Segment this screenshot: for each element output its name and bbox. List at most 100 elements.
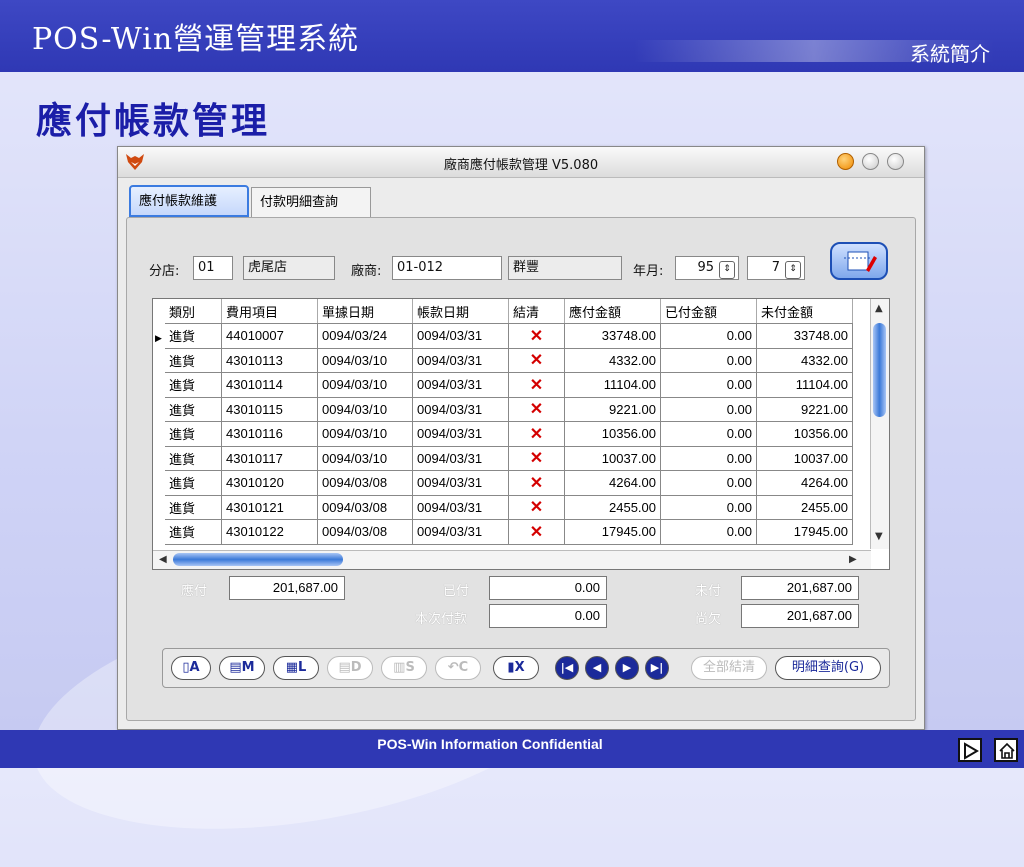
detail-query-button[interactable]: 明細查詢(G) <box>775 656 881 680</box>
last-record-icon[interactable]: ▶| <box>645 656 669 680</box>
action-toolbar: ▯A ▤M ▦L ▤D ▥S ↶C ▮X |◀ ◀ ▶ ▶| 全部結清 明細查詢… <box>162 648 890 688</box>
cell-doc-date: 0094/03/10 <box>317 446 413 471</box>
table-row[interactable]: 進貨 43010114 0094/03/10 0094/03/31 ✕ 1110… <box>165 372 853 398</box>
delete-button[interactable]: ▤D <box>327 656 373 680</box>
col-header[interactable]: 已付金額 <box>660 299 757 324</box>
month-stepper[interactable]: 7 ⇕ <box>747 256 805 280</box>
cell-doc-date: 0094/03/10 <box>317 372 413 398</box>
cell-type: 進貨 <box>165 519 222 545</box>
unpaid-total-field: 201,687.00 <box>741 576 859 600</box>
year-stepper[interactable]: 95 ⇕ <box>675 256 739 280</box>
year-spin-icon[interactable]: ⇕ <box>719 261 735 279</box>
col-header[interactable]: 類別 <box>165 299 222 324</box>
scroll-right-icon[interactable]: ▶ <box>849 554 857 565</box>
paid-total-field: 0.00 <box>489 576 607 600</box>
month-value: 7 <box>771 260 780 275</box>
cell-item: 43010122 <box>221 519 318 545</box>
cell-item: 43010115 <box>221 397 318 422</box>
this-payment-field[interactable]: 0.00 <box>489 604 607 628</box>
cell-settled[interactable]: ✕ <box>508 323 565 349</box>
settle-all-button[interactable]: 全部結清 <box>691 656 767 680</box>
cell-doc-date: 0094/03/10 <box>317 421 413 447</box>
cell-doc-date: 0094/03/08 <box>317 495 413 520</box>
cell-doc-date: 0094/03/08 <box>317 519 413 545</box>
table-row[interactable]: 進貨 43010121 0094/03/08 0094/03/31 ✕ 2455… <box>165 495 853 520</box>
table-row[interactable]: 進貨 44010007 0094/03/24 0094/03/31 ✕ 3374… <box>165 323 853 349</box>
cell-item: 43010113 <box>221 348 318 373</box>
play-icon <box>964 742 979 760</box>
cell-settled[interactable]: ✕ <box>508 397 565 422</box>
col-header[interactable]: 單據日期 <box>317 299 413 324</box>
table-row[interactable]: 進貨 43010113 0094/03/10 0094/03/31 ✕ 4332… <box>165 348 853 373</box>
vertical-scroll-thumb[interactable] <box>873 323 886 417</box>
payable-table[interactable]: ▶ 類別 費用項目 單據日期 帳款日期 結清 應付金額 已付金額 未付金額 進貨… <box>152 298 890 570</box>
cell-settled[interactable]: ✕ <box>508 519 565 545</box>
year-value: 95 <box>697 260 714 275</box>
cell-bill-date: 0094/03/31 <box>412 446 509 471</box>
main-panel: 分店: 01 虎尾店 廠商: 01-012 群豐 年月: 95 ⇕ 7 ⇕ ▶ <box>126 217 916 721</box>
table-row[interactable]: 進貨 43010122 0094/03/08 0094/03/31 ✕ 1794… <box>165 519 853 545</box>
next-record-icon[interactable]: ▶ <box>615 656 639 680</box>
col-header[interactable]: 結清 <box>508 299 565 324</box>
list-button[interactable]: ▦L <box>273 656 319 680</box>
first-record-icon[interactable]: |◀ <box>555 656 579 680</box>
tab-payment-detail-query[interactable]: 付款明細查詢 <box>251 187 371 217</box>
modify-button[interactable]: ▤M <box>219 656 265 680</box>
cell-settled[interactable]: ✕ <box>508 372 565 398</box>
scroll-left-icon[interactable]: ◀ <box>159 554 167 565</box>
cell-unpaid: 4332.00 <box>756 348 853 373</box>
cell-settled[interactable]: ✕ <box>508 348 565 373</box>
window-titlebar[interactable]: 廠商應付帳款管理 V5.080 <box>118 147 924 178</box>
save-button[interactable]: ▥S <box>381 656 427 680</box>
col-header[interactable]: 應付金額 <box>564 299 661 324</box>
table-row[interactable]: 進貨 43010115 0094/03/10 0094/03/31 ✕ 9221… <box>165 397 853 422</box>
month-spin-icon[interactable]: ⇕ <box>785 261 801 279</box>
confirm-button[interactable] <box>830 242 888 280</box>
this-payment-label: 本次付款 <box>415 612 468 627</box>
cell-unpaid: 17945.00 <box>756 519 853 545</box>
minimize-button[interactable] <box>862 153 879 170</box>
vertical-scrollbar[interactable]: ▲ ▼ <box>870 299 889 549</box>
table-header-row: 類別 費用項目 單據日期 帳款日期 結清 應付金額 已付金額 未付金額 <box>165 299 853 324</box>
cell-doc-date: 0094/03/10 <box>317 348 413 373</box>
scroll-down-icon[interactable]: ▼ <box>875 531 883 542</box>
horizontal-scroll-thumb[interactable] <box>173 553 343 566</box>
cell-item: 43010116 <box>221 421 318 447</box>
add-button[interactable]: ▯A <box>171 656 211 680</box>
table-row[interactable]: 進貨 43010116 0094/03/10 0094/03/31 ✕ 1035… <box>165 421 853 447</box>
cell-paid: 0.00 <box>660 470 757 496</box>
cell-settled[interactable]: ✕ <box>508 495 565 520</box>
payable-total-field: 201,687.00 <box>229 576 345 600</box>
cell-bill-date: 0094/03/31 <box>412 348 509 373</box>
undo-button[interactable]: ↶C <box>435 656 481 680</box>
vendor-code-field[interactable]: 01-012 <box>392 256 502 280</box>
close-button[interactable] <box>837 153 854 170</box>
cell-paid: 0.00 <box>660 372 757 398</box>
cell-settled[interactable]: ✕ <box>508 421 565 447</box>
table-row[interactable]: 進貨 43010120 0094/03/08 0094/03/31 ✕ 4264… <box>165 470 853 496</box>
payable-label: 應付 <box>181 584 208 599</box>
prev-record-icon[interactable]: ◀ <box>585 656 609 680</box>
cell-payable: 4332.00 <box>564 348 661 373</box>
horizontal-scrollbar[interactable]: ◀ ▶ <box>153 550 871 569</box>
next-slide-button[interactable] <box>958 738 982 762</box>
cell-paid: 0.00 <box>660 519 757 545</box>
col-header[interactable]: 費用項目 <box>221 299 318 324</box>
col-header[interactable]: 帳款日期 <box>412 299 509 324</box>
cell-bill-date: 0094/03/31 <box>412 397 509 422</box>
scroll-up-icon[interactable]: ▲ <box>875 303 883 314</box>
cell-unpaid: 9221.00 <box>756 397 853 422</box>
paid-label: 已付 <box>443 584 470 599</box>
cell-settled[interactable]: ✕ <box>508 446 565 471</box>
tab-payable-maintenance[interactable]: 應付帳款維護 <box>129 185 249 217</box>
table-row[interactable]: 進貨 43010117 0094/03/10 0094/03/31 ✕ 1003… <box>165 446 853 471</box>
slide-header: POS-Win營運管理系統 系統簡介 <box>0 0 1024 72</box>
cell-item: 43010120 <box>221 470 318 496</box>
branch-code-field[interactable]: 01 <box>193 256 233 280</box>
home-button[interactable] <box>994 738 1018 762</box>
cell-payable: 4264.00 <box>564 470 661 496</box>
col-header[interactable]: 未付金額 <box>756 299 853 324</box>
exit-button[interactable]: ▮X <box>493 656 539 680</box>
zoom-button[interactable] <box>887 153 904 170</box>
cell-settled[interactable]: ✕ <box>508 470 565 496</box>
